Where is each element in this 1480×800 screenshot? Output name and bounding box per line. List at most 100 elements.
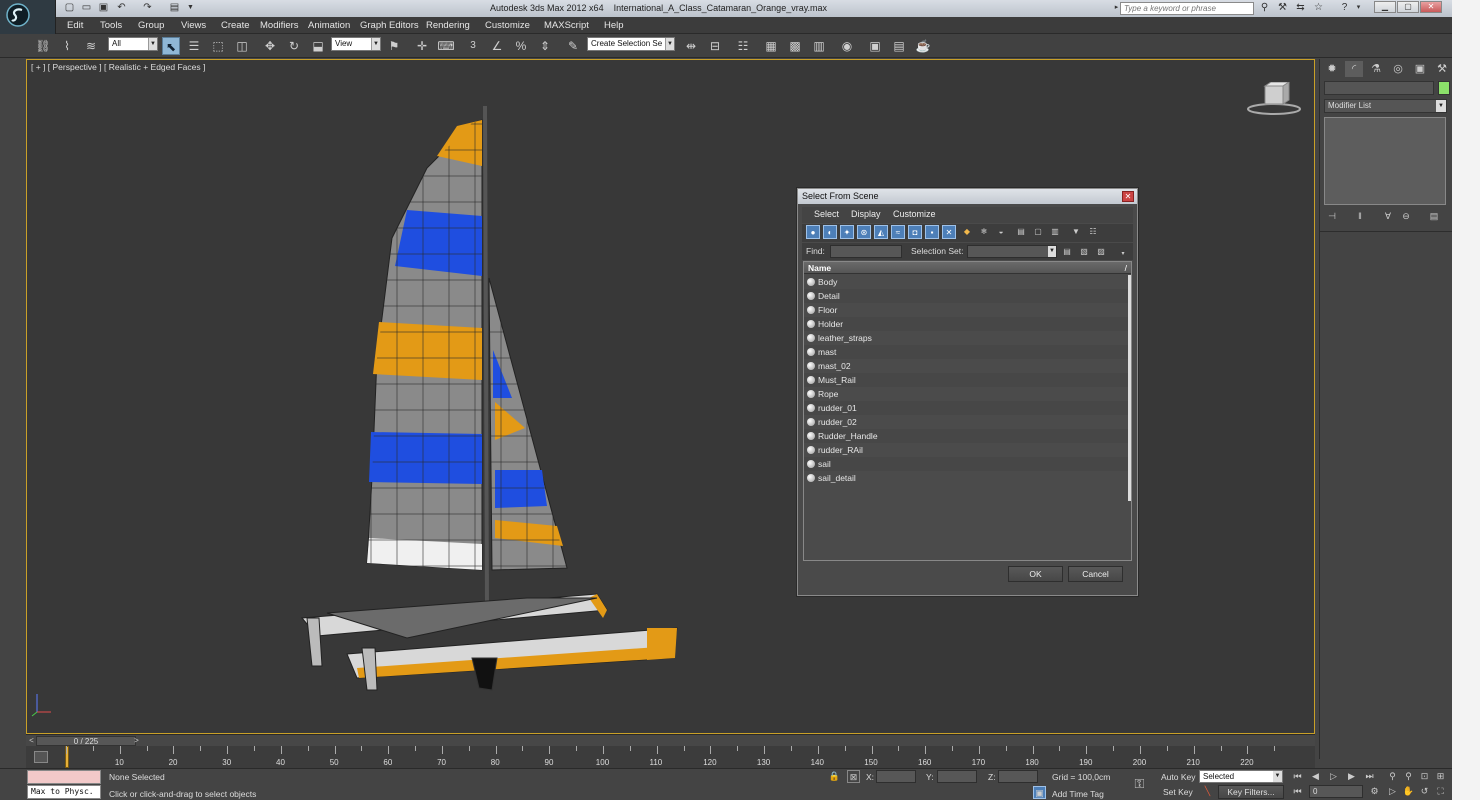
- find-input[interactable]: [830, 245, 902, 258]
- mini-curve-editor-icon[interactable]: [34, 751, 48, 763]
- go-to-start-icon[interactable]: ⏮: [1291, 770, 1304, 783]
- new-file-icon[interactable]: ▢: [63, 2, 76, 14]
- reference-coordinate-dropdown[interactable]: View ▼: [331, 37, 381, 51]
- orbit-icon[interactable]: ↺: [1418, 785, 1431, 798]
- bind-to-space-warp-icon[interactable]: ≋: [82, 37, 100, 55]
- selection-set-dropdown[interactable]: ▼: [967, 245, 1057, 258]
- display-all-icon[interactable]: ▤: [1014, 225, 1028, 239]
- track-bar[interactable]: 10 20 30 40 50 60 70 80 90 100 110 120 130 140 150 160 1…: [26, 746, 1315, 768]
- configure-modifier-sets-icon[interactable]: ▤: [1426, 209, 1442, 223]
- catamaran-model[interactable]: [267, 98, 687, 698]
- list-item[interactable]: mast: [804, 345, 1130, 359]
- selection-lock-icon[interactable]: 🔒: [828, 770, 841, 783]
- object-color-swatch[interactable]: [1438, 81, 1450, 95]
- object-name-field[interactable]: [1324, 81, 1434, 95]
- dialog-close-button[interactable]: ✕: [1122, 191, 1134, 202]
- menu-group[interactable]: Group: [135, 18, 167, 33]
- select-and-rotate-icon[interactable]: ↻: [285, 37, 303, 55]
- x-coordinate-field[interactable]: [876, 770, 916, 783]
- set-key-icon[interactable]: ╲: [1201, 785, 1214, 798]
- y-coordinate-field[interactable]: [937, 770, 977, 783]
- favorites-star-icon[interactable]: ☆: [1312, 2, 1325, 14]
- mirror-icon[interactable]: ⇹: [682, 37, 700, 55]
- search-input[interactable]: [1120, 2, 1254, 15]
- menu-help[interactable]: Help: [601, 18, 627, 33]
- pan-view-icon[interactable]: ✋: [1402, 785, 1415, 798]
- z-coordinate-field[interactable]: [998, 770, 1038, 783]
- display-frozen-icon[interactable]: ❄: [977, 225, 991, 239]
- display-shapes-icon[interactable]: ◐: [823, 225, 837, 239]
- undo-icon[interactable]: ↶: [115, 2, 128, 14]
- display-hidden-icon[interactable]: ◒: [994, 225, 1008, 239]
- list-item[interactable]: sail: [804, 457, 1130, 471]
- curve-editor-icon[interactable]: ▩: [786, 37, 804, 55]
- material-editor-icon[interactable]: ◉: [838, 37, 856, 55]
- previous-frame-icon[interactable]: ◀: [1309, 770, 1322, 783]
- auto-key-button[interactable]: Auto Key: [1161, 772, 1196, 782]
- select-and-link-icon[interactable]: ⛓: [34, 37, 52, 55]
- dialog-menu-customize[interactable]: Customize: [893, 209, 936, 219]
- hierarchy-tab-icon[interactable]: ⚗: [1367, 61, 1385, 77]
- list-item[interactable]: Must_Rail: [804, 373, 1130, 387]
- viewcube-icon[interactable]: [1247, 82, 1301, 116]
- maxscript-mini-listener-output[interactable]: [27, 770, 101, 784]
- make-unique-icon[interactable]: ∀: [1380, 209, 1396, 223]
- menu-rendering[interactable]: Rendering: [423, 18, 473, 33]
- set-key-button[interactable]: Set Key: [1163, 787, 1193, 797]
- help-dropdown-icon[interactable]: ▾: [1352, 2, 1365, 14]
- select-and-scale-icon[interactable]: ⬓: [309, 37, 327, 55]
- display-helpers-icon[interactable]: ◭: [874, 225, 888, 239]
- menu-animation[interactable]: Animation: [305, 18, 353, 33]
- toolbar-expand-icon[interactable]: ▾: [1116, 247, 1130, 261]
- list-item[interactable]: rudder_RAil: [804, 443, 1130, 457]
- list-item[interactable]: leather_straps: [804, 331, 1130, 345]
- time-slider-next[interactable]: >: [132, 735, 141, 746]
- name-column-header[interactable]: Name /: [804, 262, 1131, 274]
- key-mode-toggle-icon[interactable]: ⏮: [1291, 785, 1304, 798]
- field-of-view-icon[interactable]: ▷: [1386, 785, 1399, 798]
- add-to-selection-set-icon[interactable]: ▧: [1077, 245, 1091, 259]
- display-groups-icon[interactable]: ◘: [908, 225, 922, 239]
- dialog-menu-display[interactable]: Display: [851, 209, 881, 219]
- zoom-all-icon[interactable]: ⚲: [1402, 770, 1415, 783]
- schematic-view-icon[interactable]: ▥: [810, 37, 828, 55]
- maximize-viewport-icon[interactable]: ⛶: [1434, 785, 1447, 798]
- sort-list-icon[interactable]: ☷: [1086, 225, 1100, 239]
- select-and-manipulate-icon[interactable]: ✛: [413, 37, 431, 55]
- list-item[interactable]: Floor: [804, 303, 1130, 317]
- go-to-end-icon[interactable]: ⏭: [1363, 770, 1376, 783]
- open-file-icon[interactable]: ▭: [80, 2, 93, 14]
- select-and-move-icon[interactable]: ✥: [261, 37, 279, 55]
- communication-center-icon[interactable]: ⚒: [1276, 2, 1289, 14]
- display-bones-icon[interactable]: ✕: [942, 225, 956, 239]
- key-filters-button[interactable]: Key Filters...: [1218, 785, 1284, 799]
- select-object-icon[interactable]: ⬉: [162, 37, 180, 55]
- time-slider-thumb[interactable]: 0 / 225: [36, 736, 136, 746]
- list-item[interactable]: Rope: [804, 387, 1130, 401]
- list-item[interactable]: rudder_02: [804, 415, 1130, 429]
- play-icon[interactable]: ▷: [1327, 770, 1340, 783]
- pin-stack-icon[interactable]: ⊣: [1324, 209, 1340, 223]
- dialog-menu-select[interactable]: Select: [814, 209, 839, 219]
- angle-snap-icon[interactable]: ∠: [488, 37, 506, 55]
- rendered-frame-window-icon[interactable]: ▤: [890, 37, 908, 55]
- menu-maxscript[interactable]: MAXScript: [541, 18, 592, 33]
- time-configuration-icon[interactable]: ⚙: [1368, 785, 1381, 798]
- binoculars-icon[interactable]: ⚲: [1258, 2, 1271, 14]
- rectangular-selection-icon[interactable]: ⬚: [209, 37, 227, 55]
- spinner-snap-icon[interactable]: ⇕: [536, 37, 554, 55]
- modifier-stack[interactable]: [1324, 117, 1446, 205]
- selection-filter-dropdown[interactable]: All ▼: [108, 37, 158, 51]
- remove-from-selection-set-icon[interactable]: ▨: [1094, 245, 1108, 259]
- display-lights-icon[interactable]: ✦: [840, 225, 854, 239]
- filter-icon[interactable]: ▼: [1069, 225, 1083, 239]
- display-tab-icon[interactable]: ▣: [1411, 61, 1429, 77]
- align-icon[interactable]: ⊟: [706, 37, 724, 55]
- application-button[interactable]: [0, 0, 56, 34]
- list-item[interactable]: Rudder_Handle: [804, 429, 1130, 443]
- percent-snap-icon[interactable]: %: [512, 37, 530, 55]
- help-icon[interactable]: ?: [1338, 2, 1351, 14]
- maxscript-mini-listener-input[interactable]: Max to Physc.: [27, 785, 101, 799]
- zoom-extents-icon[interactable]: ⊡: [1418, 770, 1431, 783]
- cancel-button[interactable]: Cancel: [1068, 566, 1123, 582]
